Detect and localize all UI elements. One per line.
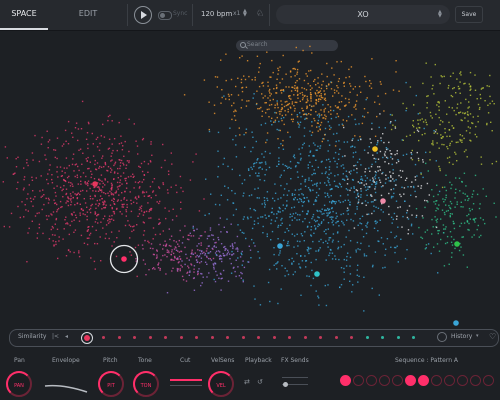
similarity-dot[interactable]	[210, 336, 214, 339]
similarity-dot[interactable]	[148, 336, 152, 339]
tab-edit[interactable]: EDIT	[58, 0, 118, 28]
pitch-knob-label: PIT	[107, 383, 115, 389]
sequence-step[interactable]	[418, 375, 429, 386]
similarity-dot[interactable]	[303, 336, 307, 339]
param-label-envelope: Envelope	[52, 357, 80, 364]
current-sample-marker[interactable]	[81, 332, 93, 344]
sequence-step[interactable]	[483, 375, 494, 386]
similarity-dot[interactable]	[133, 336, 136, 339]
history-icon[interactable]	[437, 332, 447, 342]
parameter-labels: Pan Envelope Pitch Tone Cut VelSens Play…	[0, 357, 500, 367]
param-label-cut: Cut	[180, 357, 191, 364]
divider	[127, 4, 128, 26]
divider	[269, 4, 270, 26]
similarity-dot[interactable]	[241, 336, 245, 339]
pan-knob[interactable]: PAN	[6, 371, 32, 397]
similarity-dot[interactable]	[195, 336, 198, 339]
kit-selector[interactable]: XO ▲ ▼	[276, 5, 450, 24]
sequence-step[interactable]	[431, 375, 442, 386]
play-icon[interactable]	[134, 6, 152, 24]
fx-send-slider-1[interactable]	[282, 377, 308, 378]
cluster-marker[interactable]	[92, 181, 98, 187]
tempo-value[interactable]: 120 bpm	[201, 10, 232, 18]
kit-name: XO	[357, 10, 369, 19]
similarity-dot[interactable]	[272, 336, 276, 339]
history-label[interactable]: History	[451, 333, 472, 340]
param-label-pitch: Pitch	[103, 357, 118, 364]
fx-send-handle[interactable]	[283, 382, 288, 387]
chevron-down-icon[interactable]: ▾	[476, 333, 479, 339]
playback-reverse-icon[interactable]: ⇄	[244, 378, 250, 386]
velsens-knob-label: VEL	[216, 383, 226, 389]
param-label-velsens: VelSens	[211, 357, 235, 364]
tone-knob-label: TON	[140, 383, 152, 389]
cut-slider[interactable]	[170, 379, 202, 381]
similarity-dot[interactable]	[164, 336, 167, 339]
similarity-dot[interactable]	[179, 336, 183, 339]
sequence-step[interactable]	[392, 375, 403, 386]
similarity-strip[interactable]: Similarity |< ◂ History ▾ ♡	[9, 329, 499, 347]
similarity-dot[interactable]	[102, 336, 105, 339]
tab-space[interactable]: SPACE	[0, 0, 48, 30]
divider	[192, 4, 193, 26]
param-label-tone: Tone	[138, 357, 152, 364]
parameter-controls: PAN PIT TON VEL ⇄ ↺	[0, 368, 500, 400]
param-label-pan: Pan	[14, 357, 25, 364]
cluster-marker[interactable]	[453, 320, 459, 326]
similarity-dot[interactable]	[319, 336, 322, 339]
velsens-knob[interactable]: VEL	[208, 371, 234, 397]
sound-map[interactable]	[0, 31, 500, 327]
cluster-marker[interactable]	[314, 271, 320, 277]
similarity-dot[interactable]	[412, 336, 415, 339]
similarity-dot[interactable]	[365, 336, 369, 339]
playback-mode-icon[interactable]: ↺	[257, 378, 263, 386]
sequence-step[interactable]	[457, 375, 468, 386]
heart-icon[interactable]: ♡	[489, 332, 496, 341]
sequence-step[interactable]	[470, 375, 481, 386]
tone-knob[interactable]: TON	[133, 371, 159, 397]
metronome-icon[interactable]: ♘	[256, 9, 264, 19]
sequence-step[interactable]	[366, 375, 377, 386]
similarity-dot[interactable]	[226, 336, 229, 339]
selected-sample-dot[interactable]	[121, 256, 127, 262]
similarity-dot[interactable]	[350, 336, 353, 339]
sequence-step[interactable]	[353, 375, 364, 386]
cluster-marker[interactable]	[454, 241, 460, 247]
envelope-graph[interactable]	[43, 374, 89, 394]
param-label-playback: Playback	[245, 357, 272, 364]
skip-back-icon[interactable]: |<	[52, 333, 59, 340]
similarity-label: Similarity	[18, 333, 47, 340]
sequence-step[interactable]	[340, 375, 351, 386]
previous-icon[interactable]: ◂	[65, 333, 68, 340]
sync-label: Sync	[173, 10, 188, 17]
sync-toggle[interactable]	[158, 11, 172, 20]
sequence-step[interactable]	[405, 375, 416, 386]
similarity-dot[interactable]	[381, 336, 384, 339]
similarity-dot[interactable]	[396, 336, 400, 339]
pitch-knob[interactable]: PIT	[98, 371, 124, 397]
pan-knob-label: PAN	[14, 383, 24, 389]
chevron-up-down-icon[interactable]: ▲ ▼	[438, 10, 442, 19]
similarity-dot[interactable]	[117, 336, 121, 339]
param-label-sequence: Sequence : Pattern A	[395, 357, 459, 364]
similarity-dot[interactable]	[334, 336, 338, 339]
similarity-dot[interactable]	[288, 336, 291, 339]
top-bar: SPACE EDIT Sync 120 bpm x1 ▲ ▼ ♘ XO ▲ ▼ Sa…	[0, 0, 500, 31]
sequence-step[interactable]	[379, 375, 390, 386]
save-button[interactable]: Save	[455, 6, 483, 23]
cluster-marker[interactable]	[372, 146, 378, 152]
sequence-step[interactable]	[444, 375, 455, 386]
cut-slider-rail	[170, 385, 202, 386]
tempo-multiplier[interactable]: x1	[233, 10, 240, 17]
cluster-marker[interactable]	[277, 243, 283, 249]
cluster-marker[interactable]	[380, 198, 386, 204]
param-label-fx-sends: FX Sends	[281, 357, 309, 364]
chevron-up-icon[interactable]: ▲ ▼	[243, 9, 247, 18]
similarity-dot[interactable]	[257, 336, 260, 339]
